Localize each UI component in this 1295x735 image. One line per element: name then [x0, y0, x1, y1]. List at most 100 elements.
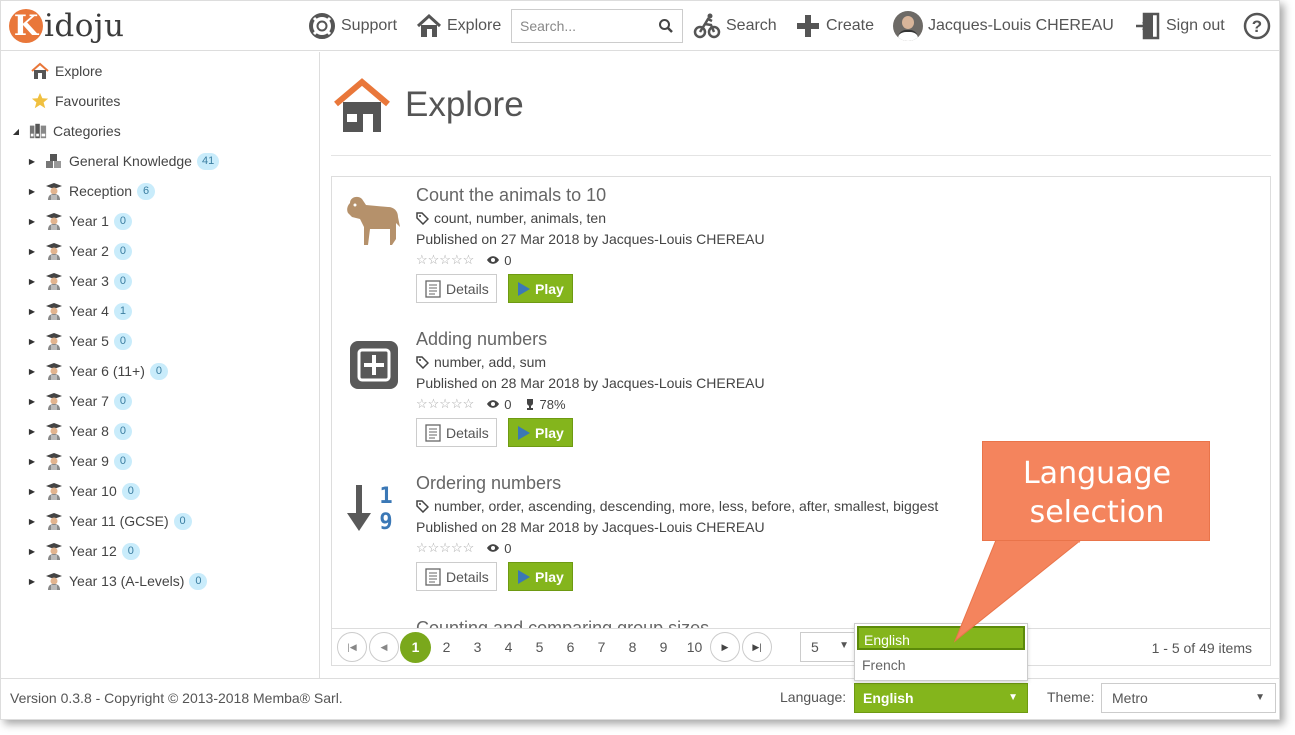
sidebar-category-item[interactable]: ▶ Year 80 [27, 420, 132, 442]
support-link[interactable]: Support [308, 9, 397, 43]
svg-text:?: ? [1252, 17, 1262, 36]
sidebar-item-label: Year 6 (11+) [69, 363, 145, 379]
expand-arrow-icon[interactable]: ▶ [27, 337, 37, 346]
sidebar-category-item[interactable]: ▶ Year 13 (A-Levels) 0 [27, 570, 208, 592]
play-button[interactable]: Play [508, 274, 573, 303]
expand-arrow-icon[interactable]: ▶ [27, 367, 37, 376]
create-link[interactable]: Create [795, 9, 874, 43]
sidebar-item-categories[interactable]: ◢ Categories [11, 120, 121, 142]
published-info: Published on 27 Mar 2018 by Jacques-Loui… [416, 231, 765, 247]
next-page-button[interactable]: ▶ [710, 632, 740, 662]
graduate-icon [45, 482, 63, 500]
search-input[interactable] [512, 10, 652, 42]
details-button[interactable]: Details [416, 562, 497, 591]
expand-arrow-icon[interactable]: ▶ [27, 457, 37, 466]
expand-arrow-icon[interactable]: ▶ [27, 277, 37, 286]
chevron-down-icon: ▼ [1255, 692, 1265, 703]
graduate-icon [45, 302, 63, 320]
graduate-icon [45, 182, 63, 200]
expand-arrow-icon[interactable]: ▶ [27, 217, 37, 226]
user-menu[interactable]: Jacques-Louis CHEREAU [893, 9, 1114, 43]
sidebar-category-item[interactable]: ▶ Year 50 [27, 330, 132, 352]
search-link[interactable]: Search [693, 9, 777, 43]
last-page-button[interactable]: ▶| [742, 632, 772, 662]
sidebar-category-item[interactable]: ▶ Year 90 [27, 450, 132, 472]
document-icon [425, 423, 441, 442]
page-header: Explore [333, 78, 524, 132]
page-info: 1 - 5 of 49 items [1151, 640, 1252, 656]
item-title[interactable]: Count the animals to 10 [416, 185, 606, 206]
page-number-button[interactable]: 2 [431, 632, 462, 663]
language-select[interactable]: English ▼ [854, 683, 1028, 713]
sidebar-category-item[interactable]: ▶ Year 10 0 [27, 480, 140, 502]
sidebar-category-item[interactable]: ▶ Year 12 0 [27, 540, 140, 562]
expand-arrow-icon[interactable]: ▶ [27, 577, 37, 586]
sidebar-category-item[interactable]: ▶ Year 6 (11+) 0 [27, 360, 168, 382]
expand-arrow-icon[interactable]: ▶ [27, 157, 37, 166]
first-page-button[interactable]: |◀ [337, 632, 367, 662]
page-size-select[interactable]: 5 ▼ [800, 632, 856, 662]
item-title[interactable]: Ordering numbers [416, 473, 561, 494]
chevron-down-icon: ▼ [1008, 692, 1018, 703]
expand-arrow-icon[interactable]: ▶ [27, 247, 37, 256]
count-badge: 0 [113, 392, 132, 410]
sidebar-category-item[interactable]: ▶ Reception 6 [27, 180, 156, 202]
expand-arrow-icon[interactable]: ▶ [27, 187, 37, 196]
blocks-icon [45, 152, 63, 170]
sidebar-category-item[interactable]: ▶ Year 70 [27, 390, 132, 412]
play-button[interactable]: Play [508, 562, 573, 591]
count-badge: 0 [121, 482, 140, 500]
sidebar-item-explore[interactable]: Explore [31, 60, 102, 82]
page-number-button[interactable]: 5 [524, 632, 555, 663]
expand-arrow-icon[interactable]: ▶ [27, 307, 37, 316]
magnifier-icon[interactable] [658, 18, 674, 34]
expand-arrow-icon[interactable]: ▶ [27, 547, 37, 556]
list-item: Adding numbers number, add, sum Publishe… [332, 321, 1270, 461]
views-count: 0 [504, 396, 512, 412]
sidebar-item-favourites[interactable]: Favourites [31, 90, 120, 112]
page-number-button[interactable]: 6 [555, 632, 586, 663]
ordering-bottom-digit: 9 [379, 510, 392, 535]
theme-select[interactable]: Metro ▼ [1101, 683, 1276, 713]
expand-arrow-icon[interactable]: ▶ [27, 397, 37, 406]
help-button[interactable]: ? [1243, 9, 1276, 43]
sidebar-category-item[interactable]: ▶ Year 30 [27, 270, 132, 292]
prev-page-button[interactable]: ◀ [369, 632, 399, 662]
page-number-button[interactable]: 4 [493, 632, 524, 663]
expand-arrow-icon[interactable]: ▶ [27, 517, 37, 526]
page-number-button[interactable]: 10 [679, 632, 710, 663]
page-number-button[interactable]: 8 [617, 632, 648, 663]
sidebar-category-item[interactable]: ▶ Year 20 [27, 240, 132, 262]
sign-out-link[interactable]: Sign out [1135, 9, 1225, 43]
item-title[interactable]: Adding numbers [416, 329, 547, 350]
sidebar-category-item[interactable]: ▶ General Knowledge 41 [27, 150, 220, 172]
play-label: Play [535, 280, 564, 297]
theme-label: Theme: [1047, 689, 1095, 705]
score-stat: 78% [524, 397, 566, 412]
page-number-button[interactable]: 9 [648, 632, 679, 663]
search-field[interactable] [511, 9, 683, 43]
sidebar-category-item[interactable]: ▶ Year 10 [27, 210, 132, 232]
collapse-arrow-icon[interactable]: ◢ [11, 127, 21, 136]
sidebar-category-item[interactable]: ▶ Year 41 [27, 300, 132, 322]
sidebar-item-label: Year 7 [69, 393, 109, 409]
explore-link[interactable]: Explore [416, 9, 501, 43]
home-icon [416, 13, 442, 37]
details-button[interactable]: Details [416, 274, 497, 303]
sidebar-category-item[interactable]: ▶ Year 11 (GCSE) 0 [27, 510, 192, 532]
expand-arrow-icon[interactable]: ▶ [27, 427, 37, 436]
kidoju-logo[interactable]: K idoju [9, 3, 125, 49]
page-number-button[interactable]: 3 [462, 632, 493, 663]
count-badge: 0 [113, 272, 132, 290]
sidebar-item-label: Year 10 [69, 483, 117, 499]
document-icon [425, 567, 441, 586]
play-button[interactable]: Play [508, 418, 573, 447]
sidebar-item-label: Year 5 [69, 333, 109, 349]
page-number-button[interactable]: 7 [586, 632, 617, 663]
expand-arrow-icon[interactable]: ▶ [27, 487, 37, 496]
details-button[interactable]: Details [416, 418, 497, 447]
page-number-button[interactable]: 1 [400, 632, 431, 663]
language-option-french[interactable]: French [857, 653, 1025, 677]
graduate-icon [45, 542, 63, 560]
sidebar-item-label: Year 2 [69, 243, 109, 259]
